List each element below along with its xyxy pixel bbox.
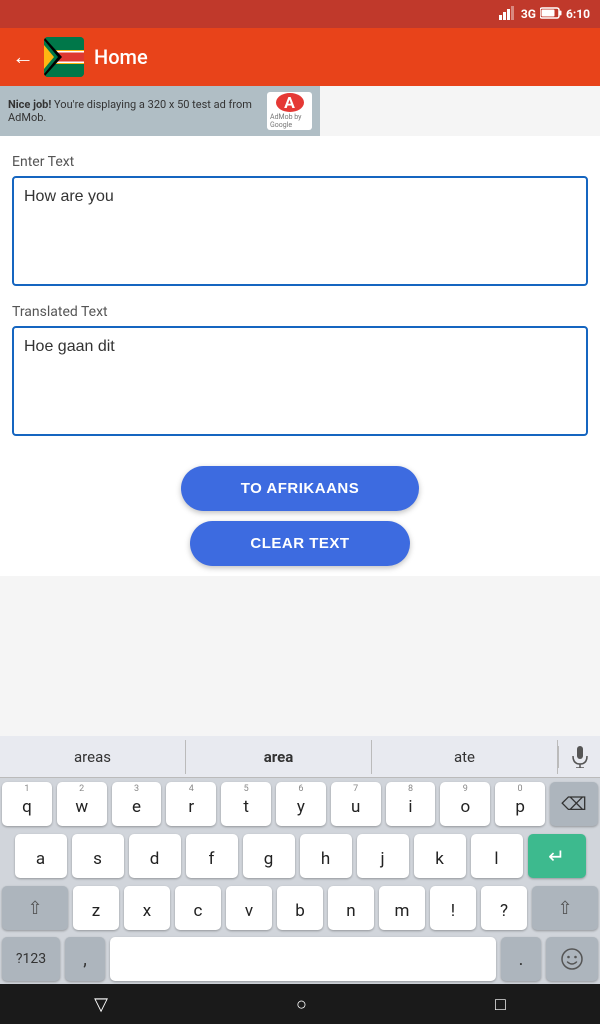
shift-right-key[interactable]: ⇧: [532, 886, 598, 930]
network-type: 3G: [521, 7, 536, 21]
key-x[interactable]: x: [124, 886, 170, 930]
emoji-key[interactable]: [546, 937, 598, 981]
nav-recent-button[interactable]: □: [495, 994, 506, 1015]
battery-icon: [540, 7, 562, 22]
main-content: Enter Text How are you Translated Text H…: [0, 136, 600, 452]
key-exclaim[interactable]: !: [430, 886, 476, 930]
key-m[interactable]: m: [379, 886, 425, 930]
key-t[interactable]: 5t: [221, 782, 271, 826]
num-sym-key[interactable]: ?123: [2, 937, 60, 981]
keyboard: areas area ate 1q 2w 3e 4r 5t 6y 7u 8i 9…: [0, 736, 600, 984]
key-question[interactable]: ?: [481, 886, 527, 930]
admob-byline: AdMob by Google: [270, 113, 309, 129]
key-i[interactable]: 8i: [386, 782, 436, 826]
to-afrikaans-button[interactable]: TO AFRIKAANS: [181, 466, 420, 511]
time-display: 6:10: [566, 7, 590, 21]
keyboard-row-3: ⇧ z x c v b n m ! ? ⇧: [0, 882, 600, 934]
key-k[interactable]: k: [414, 834, 466, 878]
key-z[interactable]: z: [73, 886, 119, 930]
translated-text-field[interactable]: Hoe gaan dit: [12, 326, 588, 436]
buttons-container: TO AFRIKAANS CLEAR TEXT: [0, 452, 600, 576]
keyboard-bottom-row: ?123 , .: [0, 934, 600, 984]
nav-bar: ▽ ○ □: [0, 984, 600, 1024]
shift-left-icon: ⇧: [27, 898, 42, 919]
suggestion-ate[interactable]: ate: [372, 740, 558, 774]
status-bar: 3G 6:10: [0, 0, 600, 28]
flag-icon: [44, 37, 84, 77]
clear-text-button[interactable]: CLEAR TEXT: [190, 521, 409, 566]
key-g[interactable]: g: [243, 834, 295, 878]
input-text-field[interactable]: How are you: [12, 176, 588, 286]
key-j[interactable]: j: [357, 834, 409, 878]
admob-icon: A: [276, 93, 304, 112]
key-u[interactable]: 7u: [331, 782, 381, 826]
key-h[interactable]: h: [300, 834, 352, 878]
back-button[interactable]: ←: [12, 44, 34, 70]
comma-key[interactable]: ,: [65, 937, 105, 981]
top-bar: ← Home: [0, 28, 600, 86]
app-title: Home: [94, 45, 148, 69]
shift-right-icon: ⇧: [557, 898, 572, 919]
translated-text-label: Translated Text: [12, 304, 588, 320]
nav-home-button[interactable]: ○: [296, 994, 307, 1015]
key-r[interactable]: 4r: [166, 782, 216, 826]
delete-key[interactable]: ⌫: [550, 782, 598, 826]
nav-back-button[interactable]: ▽: [94, 994, 108, 1015]
key-y[interactable]: 6y: [276, 782, 326, 826]
key-s[interactable]: s: [72, 834, 124, 878]
key-q[interactable]: 1q: [2, 782, 52, 826]
key-b[interactable]: b: [277, 886, 323, 930]
key-p[interactable]: 0p: [495, 782, 545, 826]
mic-button[interactable]: [558, 746, 600, 768]
suggestion-areas[interactable]: areas: [0, 740, 186, 774]
period-key[interactable]: .: [501, 937, 541, 981]
key-a[interactable]: a: [15, 834, 67, 878]
key-o[interactable]: 9o: [440, 782, 490, 826]
enter-text-label: Enter Text: [12, 154, 588, 170]
key-l[interactable]: l: [471, 834, 523, 878]
status-icons: 3G 6:10: [499, 6, 590, 23]
enter-icon: ↵: [548, 844, 565, 868]
signal-indicator: [499, 6, 517, 23]
keyboard-row-1: 1q 2w 3e 4r 5t 6y 7u 8i 9o 0p ⌫: [0, 778, 600, 830]
keyboard-suggestions: areas area ate: [0, 736, 600, 778]
suggestion-area[interactable]: area: [186, 740, 372, 774]
admob-logo: A AdMob by Google: [267, 92, 312, 130]
key-e[interactable]: 3e: [112, 782, 162, 826]
key-v[interactable]: v: [226, 886, 272, 930]
keyboard-row-2: a s d f g h j k l ↵: [0, 830, 600, 882]
enter-key[interactable]: ↵: [528, 834, 586, 878]
spacebar-key[interactable]: [110, 937, 496, 981]
shift-left-key[interactable]: ⇧: [2, 886, 68, 930]
key-f[interactable]: f: [186, 834, 238, 878]
ad-text-bold: Nice job!: [8, 98, 51, 111]
key-w[interactable]: 2w: [57, 782, 107, 826]
ad-banner: Nice job! You're displaying a 320 x 50 t…: [0, 86, 320, 136]
key-n[interactable]: n: [328, 886, 374, 930]
key-c[interactable]: c: [175, 886, 221, 930]
ad-text: Nice job! You're displaying a 320 x 50 t…: [8, 98, 259, 124]
key-d[interactable]: d: [129, 834, 181, 878]
